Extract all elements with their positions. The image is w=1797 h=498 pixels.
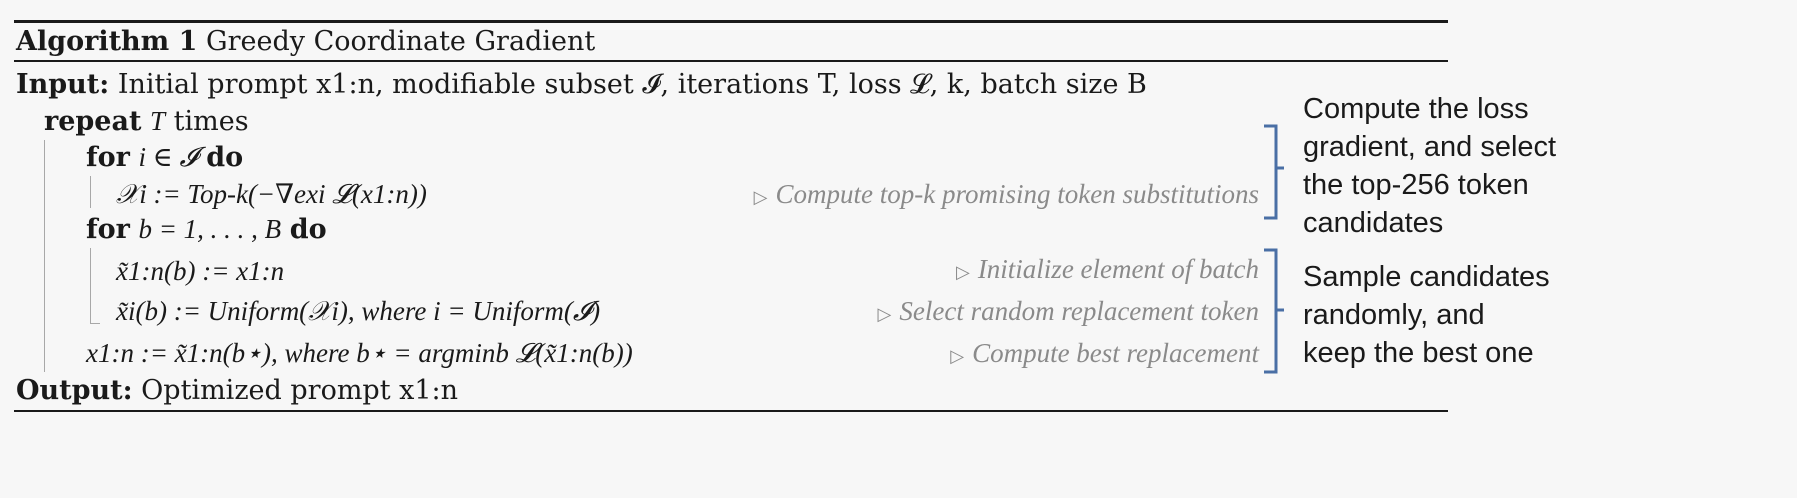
- topk-statement: 𝒳i := Top-k(−∇exi 𝓛(x1:n)): [116, 179, 427, 209]
- for-i-do: do: [206, 142, 244, 173]
- output-text: Optimized prompt x1:n: [141, 375, 459, 406]
- best-comment-text: Compute best replacement: [972, 338, 1259, 368]
- comment-triangle-icon: ▷: [955, 262, 970, 282]
- algorithm-label: Algorithm 1: [16, 26, 198, 57]
- topk-comment: ▷ Compute top-k promising token substitut…: [754, 177, 1259, 214]
- comment-triangle-icon: ▷: [950, 346, 965, 366]
- for-b-block-end: [90, 323, 100, 324]
- input-text: Initial prompt x1:n, modifiable subset 𝓘…: [117, 69, 1147, 100]
- algorithm-header: Algorithm 1 Greedy Coordinate Gradient: [16, 25, 595, 59]
- input-line: Input: Initial prompt x1:n, modifiable s…: [16, 68, 1147, 102]
- init-comment: ▷ Initialize element of batch: [956, 252, 1259, 289]
- for-i-line: for i ∈ 𝓘 do: [86, 140, 243, 175]
- for-i-condition: i ∈ 𝓘: [138, 142, 198, 172]
- best-comment: ▷ Compute best replacement: [950, 336, 1259, 373]
- top-rule: [14, 20, 1448, 23]
- annotation-note-2: Sample candidates randomly, and keep the…: [1303, 261, 1550, 369]
- select-comment-text: Select random replacement token: [899, 296, 1259, 326]
- algorithm-title: Greedy Coordinate Gradient: [206, 26, 596, 57]
- repeat-tail: times: [173, 106, 249, 137]
- repeat-variable: T: [150, 106, 166, 136]
- repeat-keyword: repeat: [44, 106, 142, 137]
- best-statement: x1:n := x̃1:n(b⋆), where b⋆ = argminb 𝓛(…: [86, 338, 633, 368]
- output-line: Output: Optimized prompt x1:n: [16, 374, 458, 408]
- for-i-block-bar: [90, 176, 91, 208]
- for-b-keyword: for: [86, 214, 130, 245]
- output-keyword: Output:: [16, 375, 133, 406]
- for-b-block-bar: [90, 248, 91, 324]
- for-i-keyword: for: [86, 142, 130, 173]
- for-b-line: for b = 1, . . . , B do: [86, 212, 327, 247]
- bottom-rule: [14, 410, 1448, 412]
- select-comment: ▷ Select random replacement token: [878, 294, 1259, 331]
- repeat-block-bar: [44, 140, 45, 372]
- header-rule: [14, 60, 1448, 62]
- init-comment-text: Initialize element of batch: [977, 254, 1259, 284]
- topk-comment-text: Compute top-k promising token substituti…: [775, 179, 1259, 209]
- comment-triangle-icon: ▷: [877, 304, 892, 324]
- annotation-note-1: Compute the loss gradient, and select th…: [1303, 93, 1557, 239]
- brace-2-icon: [1264, 248, 1284, 374]
- init-statement: x̃1:n(b) := x1:n: [116, 256, 285, 286]
- for-b-do: do: [289, 214, 327, 245]
- input-keyword: Input:: [16, 69, 110, 100]
- comment-triangle-icon: ▷: [753, 187, 768, 207]
- repeat-line: repeat T times: [44, 104, 249, 139]
- for-b-condition: b = 1, . . . , B: [138, 214, 282, 244]
- select-statement: x̃i(b) := Uniform(𝒳i), where i = Uniform…: [116, 296, 601, 326]
- brace-1-icon: [1264, 124, 1284, 220]
